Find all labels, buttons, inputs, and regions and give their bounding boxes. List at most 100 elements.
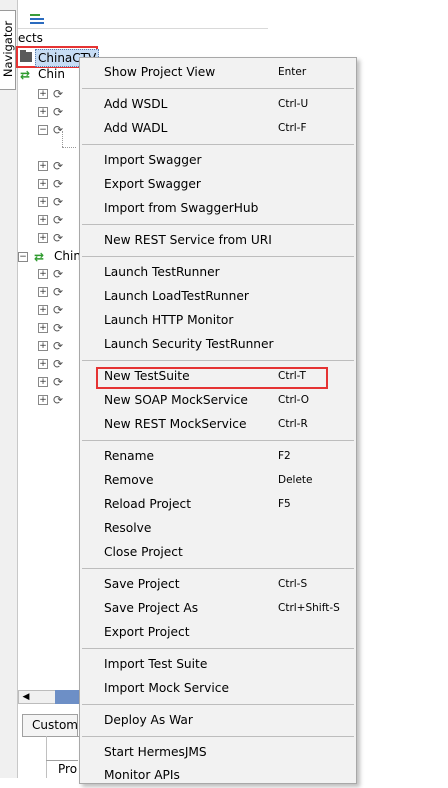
navigator-tab[interactable]: Navigator bbox=[0, 10, 16, 90]
menu-item-import-swagger[interactable]: Import Swagger bbox=[80, 149, 356, 173]
expand-icon[interactable]: + bbox=[38, 197, 48, 207]
tree-child-node[interactable]: + ⟳ bbox=[38, 105, 78, 119]
operation-icon: ⟳ bbox=[53, 321, 64, 335]
navigator-tab-label: Navigator bbox=[1, 20, 15, 78]
operation-icon: ⟳ bbox=[53, 177, 64, 191]
tree-child-node[interactable]: + ⟳ bbox=[38, 321, 78, 335]
operation-icon: ⟳ bbox=[53, 267, 64, 281]
tree-child-node[interactable]: + ⟳ bbox=[38, 213, 78, 227]
scrollbar-thumb[interactable] bbox=[55, 690, 80, 704]
expand-icon[interactable]: + bbox=[38, 161, 48, 171]
menu-item-remove[interactable]: Remove Delete bbox=[80, 469, 356, 493]
tree-connector bbox=[62, 147, 76, 149]
tree-child-node[interactable]: + ⟳ bbox=[38, 285, 78, 299]
interface-icon: ⇄ bbox=[34, 250, 45, 264]
operation-icon: ⟳ bbox=[53, 285, 64, 299]
menu-item-import-from-swaggerhub[interactable]: Import from SwaggerHub bbox=[80, 197, 356, 221]
scroll-left-icon[interactable]: ◀ bbox=[19, 691, 33, 703]
menu-item-rename[interactable]: Rename F2 bbox=[80, 445, 356, 469]
menu-item-deploy-as-war[interactable]: Deploy As War bbox=[80, 709, 356, 733]
properties-column-divider bbox=[46, 736, 47, 778]
expand-icon[interactable]: + bbox=[38, 359, 48, 369]
tree-child-node[interactable]: + ⟳ bbox=[38, 177, 78, 191]
tree-child-node[interactable]: + ⟳ bbox=[38, 339, 78, 353]
operation-icon: ⟳ bbox=[53, 105, 64, 119]
tree-toolbar-icon[interactable] bbox=[30, 12, 44, 24]
menu-item-import-test-suite[interactable]: Import Test Suite bbox=[80, 653, 356, 677]
expand-icon[interactable]: + bbox=[38, 269, 48, 279]
menu-item-resolve[interactable]: Resolve bbox=[80, 517, 356, 541]
menu-item-launch-loadtestrunner[interactable]: Launch LoadTestRunner bbox=[80, 285, 356, 309]
menu-separator bbox=[82, 704, 354, 705]
tree-child-node[interactable]: + ⟳ bbox=[38, 87, 78, 101]
expand-icon[interactable]: + bbox=[38, 323, 48, 333]
expand-icon[interactable]: + bbox=[38, 341, 48, 351]
expand-icon[interactable]: + bbox=[38, 377, 48, 387]
expand-icon[interactable]: + bbox=[38, 89, 48, 99]
tree-child-node[interactable]: + ⟳ bbox=[38, 393, 78, 407]
menu-item-launch-http-monitor[interactable]: Launch HTTP Monitor bbox=[80, 309, 356, 333]
expand-icon[interactable]: + bbox=[38, 305, 48, 315]
menu-separator bbox=[82, 648, 354, 649]
operation-icon: ⟳ bbox=[53, 375, 64, 389]
expand-icon[interactable]: + bbox=[38, 107, 48, 117]
expand-icon[interactable]: + bbox=[38, 233, 48, 243]
menu-separator bbox=[82, 144, 354, 145]
menu-item-export-project[interactable]: Export Project bbox=[80, 621, 356, 645]
menu-item-new-rest-service-from-uri[interactable]: New REST Service from URI bbox=[80, 229, 356, 253]
tree-child-node[interactable]: + ⟳ bbox=[38, 303, 78, 317]
menu-item-reload-project[interactable]: Reload Project F5 bbox=[80, 493, 356, 517]
properties-row-divider bbox=[46, 760, 78, 761]
tree-connector bbox=[62, 131, 64, 147]
operation-icon: ⟳ bbox=[53, 213, 64, 227]
tree-title: ects bbox=[18, 31, 43, 45]
operation-icon: ⟳ bbox=[53, 231, 64, 245]
tree-child-node[interactable]: + ⟳ bbox=[38, 267, 78, 281]
tree-child-node[interactable]: + ⟳ bbox=[38, 231, 78, 245]
menu-separator bbox=[82, 440, 354, 441]
menu-item-start-hermesjms[interactable]: Start HermesJMS bbox=[80, 741, 356, 765]
expand-icon[interactable]: + bbox=[38, 179, 48, 189]
operation-icon: ⟳ bbox=[53, 303, 64, 317]
tab-custom-properties[interactable]: Custom bbox=[22, 714, 78, 736]
tree-child-node[interactable]: − ⟳ bbox=[38, 123, 78, 137]
menu-item-new-rest-mockservice[interactable]: New REST MockService Ctrl-R bbox=[80, 413, 356, 437]
menu-item-export-swagger[interactable]: Export Swagger bbox=[80, 173, 356, 197]
navigator-strip: Navigator bbox=[0, 0, 18, 778]
tree-child-node[interactable]: + ⟳ bbox=[38, 159, 78, 173]
menu-item-import-mock-service[interactable]: Import Mock Service bbox=[80, 677, 356, 701]
menu-item-launch-testrunner[interactable]: Launch TestRunner bbox=[80, 261, 356, 285]
operation-icon: ⟳ bbox=[53, 195, 64, 209]
menu-separator bbox=[82, 88, 354, 89]
collapse-icon[interactable]: − bbox=[18, 252, 28, 262]
menu-item-add-wsdl[interactable]: Add WSDL Ctrl-U bbox=[80, 93, 356, 117]
operation-icon: ⟳ bbox=[53, 339, 64, 353]
operation-icon: ⟳ bbox=[53, 159, 64, 173]
operation-icon: ⟳ bbox=[53, 393, 64, 407]
menu-item-save-project-as[interactable]: Save Project As Ctrl+Shift-S bbox=[80, 597, 356, 621]
menu-item-new-soap-mockservice[interactable]: New SOAP MockService Ctrl-O bbox=[80, 389, 356, 413]
expand-icon[interactable]: + bbox=[38, 215, 48, 225]
menu-item-launch-security-testrunner[interactable]: Launch Security TestRunner bbox=[80, 333, 356, 357]
new-testsuite-highlight bbox=[96, 367, 328, 389]
menu-separator bbox=[82, 568, 354, 569]
interface-label: Chin bbox=[54, 249, 81, 263]
interface-icon: ⇄ bbox=[20, 68, 31, 82]
expand-icon[interactable]: + bbox=[38, 287, 48, 297]
operation-icon: ⟳ bbox=[53, 87, 64, 101]
operation-icon: ⟳ bbox=[53, 357, 64, 371]
menu-item-add-wadl[interactable]: Add WADL Ctrl-F bbox=[80, 117, 356, 141]
interface-label: Chin bbox=[38, 67, 65, 81]
collapse-icon[interactable]: − bbox=[38, 125, 48, 135]
tree-child-node[interactable]: + ⟳ bbox=[38, 375, 78, 389]
properties-column-header: Pro bbox=[58, 762, 78, 776]
tree-child-node[interactable]: + ⟳ bbox=[38, 195, 78, 209]
tree-child-node[interactable]: + ⟳ bbox=[38, 357, 78, 371]
menu-item-show-project-view[interactable]: Show Project View Enter bbox=[80, 61, 356, 85]
menu-item-close-project[interactable]: Close Project bbox=[80, 541, 356, 565]
menu-item-save-project[interactable]: Save Project Ctrl-S bbox=[80, 573, 356, 597]
menu-separator bbox=[82, 736, 354, 737]
menu-separator bbox=[82, 360, 354, 361]
menu-item-monitor-apis[interactable]: Monitor APIs bbox=[80, 764, 356, 788]
expand-icon[interactable]: + bbox=[38, 395, 48, 405]
